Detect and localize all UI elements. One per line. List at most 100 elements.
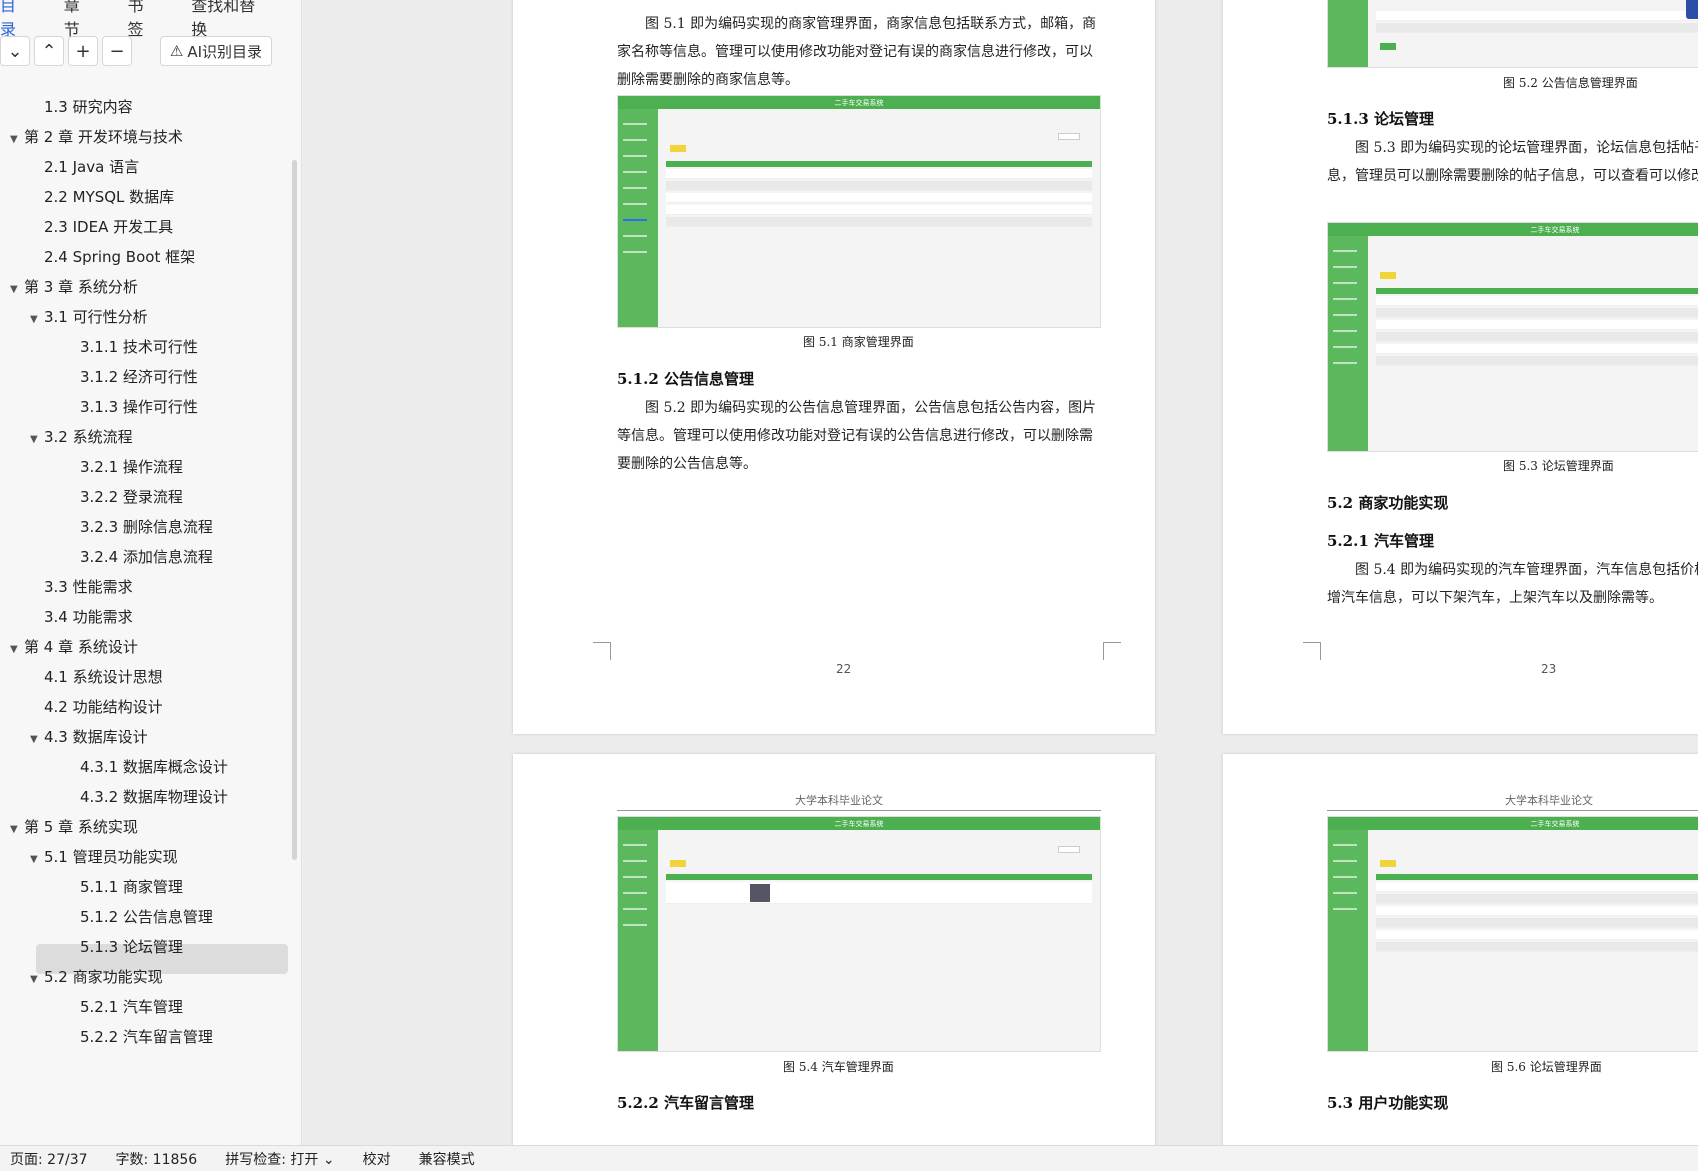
remove-heading-button[interactable]: − [102,36,132,66]
figure-caption: 图 5.6 论坛管理界面 [1491,1060,1602,1074]
expand-toggle-icon[interactable]: ▼ [30,425,44,455]
sidebar-scrollbar[interactable] [292,160,297,860]
toc-item[interactable]: 5.1.2 公告信息管理 [66,902,213,932]
section-heading: 5.1.2 公告信息管理 [617,370,754,388]
toc-item[interactable]: ▼ 5.2 商家功能实现 [30,962,163,992]
toc-item-label: 第 3 章 系统分析 [24,278,138,296]
section-heading: 5.2.1 汽车管理 [1327,532,1434,550]
collapse-all-button[interactable]: ⌄ [0,36,30,66]
compat-mode-label: 兼容模式 [418,1151,475,1168]
toc-item-label: 3.2 系统流程 [44,428,133,446]
toc-item[interactable]: ▼ 第 2 章 开发环境与技术 [10,122,183,152]
toc-item[interactable]: 3.1.2 经济可行性 [66,362,198,392]
toc-item[interactable]: 3.4 功能需求 [30,602,133,632]
toc-item[interactable]: ▼ 3.1 可行性分析 [30,302,148,332]
toc-item[interactable]: 2.2 MYSQL 数据库 [30,182,174,212]
toc-item[interactable]: 3.2.3 删除信息流程 [66,512,213,542]
running-header: 大学本科毕业论文 [1505,794,1593,807]
toc-item[interactable]: 3.1.3 操作可行性 [66,392,198,422]
header-rule [1327,810,1698,811]
spell-check-toggle[interactable]: 拼写检查: 打开 ⌄ [225,1149,334,1169]
expand-toggle-icon[interactable]: ▼ [10,635,24,665]
toc-item-label: 3.1 可行性分析 [44,308,148,326]
margin-mark [1103,642,1121,660]
expand-toggle-icon[interactable]: ▼ [30,845,44,875]
toc-item[interactable]: 4.3.1 数据库概念设计 [66,752,228,782]
toc-item[interactable]: 5.2.2 汽车留言管理 [66,1022,213,1052]
mini-app-title: 二手车交易系统 [834,820,884,828]
toc-item[interactable]: 2.1 Java 语言 [30,152,139,182]
figure-caption: 图 5.1 商家管理界面 [803,335,914,349]
toc-item-label: 5.1.3 论坛管理 [80,938,183,956]
expand-toggle-icon[interactable]: ▼ [30,725,44,755]
toc-item[interactable]: 5.1.3 论坛管理 [66,932,183,962]
toc-item-label: 3.1.3 操作可行性 [80,398,198,416]
paragraph: 图 5.1 即为编码实现的商家管理界面，商家信息包括联系方式，邮箱，商家名称等信… [617,16,1097,88]
toc-item[interactable]: 3.1.1 技术可行性 [66,332,198,362]
tab-find-replace[interactable]: 查找和替换 [191,0,268,39]
toc-item[interactable]: 1.3 研究内容 [30,92,133,122]
mini-sidebar [618,109,658,327]
page-24: 大学本科毕业论文 二手车交易系统 图 5.4 汽车管理界面 5.2.2 汽车留言… [513,754,1155,1145]
chevron-down-icon: ⌄ [7,40,23,62]
toc-item[interactable]: 3.3 性能需求 [30,572,133,602]
toc-item[interactable]: 4.2 功能结构设计 [30,692,163,722]
tab-bookmarks[interactable]: 书签 [127,0,158,39]
figure-5-4-screenshot: 二手车交易系统 [617,816,1101,1052]
toc-item-label: 3.4 功能需求 [44,608,133,626]
expand-toggle-icon[interactable]: ▼ [10,275,24,305]
tab-toc[interactable]: 目录 [0,0,31,39]
toc-item[interactable]: 3.2.2 登录流程 [66,482,183,512]
page-23: 图 5.2 公告信息管理界面 5.1.3 论坛管理 图 5.3 即为编码实现的论… [1223,0,1698,734]
toc-item[interactable]: ▼ 3.2 系统流程 [30,422,133,452]
running-header: 大学本科毕业论文 [795,794,883,807]
word-processor-window: 目录 章节 书签 查找和替换 ⌄ ⌃ + − ⚠ AI识别目录 1.3 研究内容… [0,0,1698,1171]
tab-chapters[interactable]: 章节 [64,0,95,39]
figure-5-6-screenshot: 二手车交易系统 [1327,816,1698,1052]
expand-toggle-icon[interactable]: ▼ [30,965,44,995]
toc-item[interactable]: ▼ 5.1 管理员功能实现 [30,842,178,872]
mini-app-title: 二手车交易系统 [1530,226,1580,234]
document-canvas[interactable]: 图 5.1 即为编码实现的商家管理界面，商家信息包括联系方式，邮箱，商家名称等信… [303,0,1698,1145]
toc-item[interactable]: ▼ 第 5 章 系统实现 [10,812,138,842]
margin-mark [593,642,611,660]
page-indicator[interactable]: 页面: 27/37 [10,1149,88,1169]
toc-item[interactable]: 3.2.4 添加信息流程 [66,542,213,572]
figure-caption: 图 5.2 公告信息管理界面 [1503,76,1638,90]
toc-item[interactable]: 5.1.1 商家管理 [66,872,183,902]
toc-item-label: 4.3.2 数据库物理设计 [80,788,228,806]
toc-item[interactable]: 5.2.1 汽车管理 [66,992,183,1022]
toc-item-label: 2.3 IDEA 开发工具 [44,218,174,236]
toc-item-label: 5.1.1 商家管理 [80,878,183,896]
page-25: 大学本科毕业论文 二手车交易系统 图 5.6 论坛管理界面 5.3 用户功能实现 [1223,754,1698,1145]
toc-item[interactable]: ▼ 4.3 数据库设计 [30,722,148,752]
toc-item-label: 2.4 Spring Boot 框架 [44,248,196,266]
toc-item-label: 2.2 MYSQL 数据库 [44,188,175,206]
toc-item[interactable]: 3.2.1 操作流程 [66,452,183,482]
expand-toggle-icon[interactable]: ▼ [30,305,44,335]
expand-toggle-icon[interactable]: ▼ [10,125,24,155]
toc-item[interactable]: 2.3 IDEA 开发工具 [30,212,173,242]
toc-item[interactable]: ▼ 第 3 章 系统分析 [10,272,138,302]
toc-item-label: 4.3 数据库设计 [44,728,148,746]
toc-item-label: 5.1 管理员功能实现 [44,848,178,866]
paragraph: 图 5.3 即为编码实现的论坛管理界面，论坛信息包括帖子时间等信息，管理员可以删… [1327,140,1698,184]
add-heading-button[interactable]: + [68,36,98,66]
expand-toggle-icon[interactable]: ▼ [10,815,24,845]
toc-item[interactable]: 4.3.2 数据库物理设计 [66,782,228,812]
page-number: 23 [1541,662,1557,676]
toc-item[interactable]: 4.1 系统设计思想 [30,662,163,692]
expand-up-button[interactable]: ⌃ [34,36,64,66]
ai-toc-button[interactable]: ⚠ AI识别目录 [160,36,272,66]
toc-item-label: 5.1.2 公告信息管理 [80,908,213,926]
toc-item-label: 3.2.3 删除信息流程 [80,518,213,536]
toc-item[interactable]: ▼ 第 4 章 系统设计 [10,632,138,662]
toc-item-label: 5.2.2 汽车留言管理 [80,1028,213,1046]
word-count[interactable]: 字数: 11856 [116,1149,198,1169]
ai-icon: ⚠ [169,42,184,60]
toc-item[interactable]: 2.4 Spring Boot 框架 [30,242,195,272]
toc-item-label: 3.2.4 添加信息流程 [80,548,213,566]
toc-item-label: 3.1.1 技术可行性 [80,338,198,356]
proofread-button[interactable]: 校对 [363,1149,391,1169]
toc-item-label: 5.2.1 汽车管理 [80,998,183,1016]
